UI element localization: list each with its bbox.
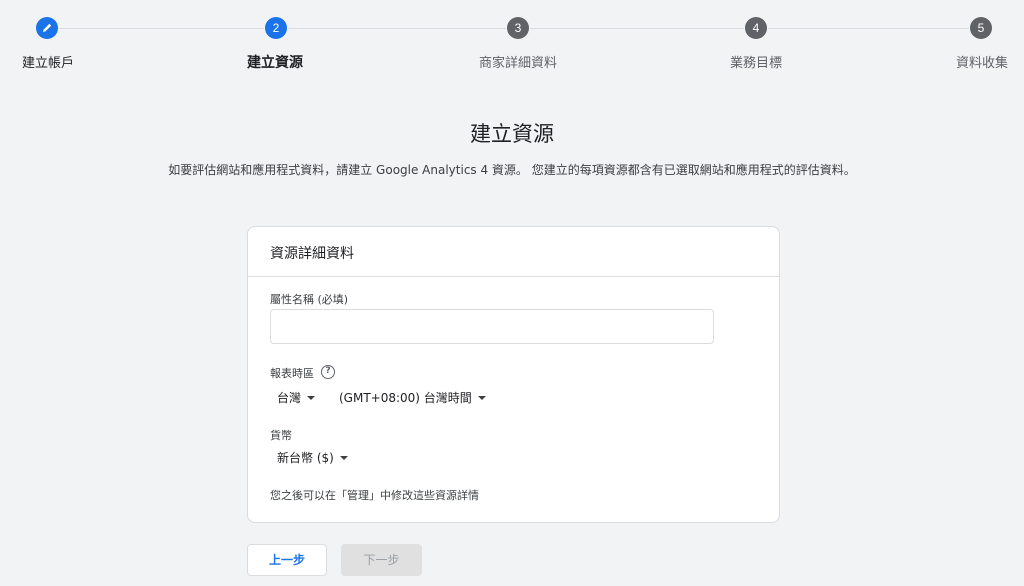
timezone-dropdown[interactable]: (GMT+08:00) 台灣時間 (339, 389, 486, 406)
chevron-down-icon (477, 395, 486, 400)
stepper: 建立帳戶 2 建立資源 3 商家詳細資料 4 業務目標 5 資料收集 (0, 0, 1024, 80)
help-icon[interactable]: ? (321, 365, 335, 379)
step-2-number[interactable]: 2 (265, 17, 287, 39)
step-3-number: 3 (507, 17, 529, 39)
step-2-label[interactable]: 建立資源 (247, 52, 303, 72)
step-connector (288, 28, 506, 29)
step-3-label: 商家詳細資料 (479, 56, 558, 71)
chevron-down-icon (339, 455, 348, 460)
page-description: 如要評估網站和應用程式資料，請建立 Google Analytics 4 資源。… (168, 163, 856, 177)
chevron-down-icon (307, 395, 316, 400)
property-details-card: 資源詳細資料 屬性名稱 (必填) 報表時區 ? 台灣 (GMT+08:00) 台… (247, 226, 780, 523)
step-4-label: 業務目標 (730, 56, 783, 71)
currency-value: 新台幣 ($) (277, 451, 334, 465)
property-name-input[interactable] (270, 309, 714, 344)
property-name-label: 屬性名稱 (必填) (270, 293, 349, 306)
currency-label: 貨幣 (270, 429, 292, 442)
step-4-number: 4 (745, 17, 767, 39)
step-1-label[interactable]: 建立帳戶 (22, 52, 74, 71)
timezone-value: (GMT+08:00) 台灣時間 (339, 391, 472, 405)
step-connector (58, 28, 264, 29)
step-5-number: 5 (970, 17, 992, 39)
country-dropdown[interactable]: 台灣 (277, 389, 316, 406)
card-header: 資源詳細資料 (248, 227, 779, 277)
step-connector (768, 28, 969, 29)
currency-dropdown[interactable]: 新台幣 ($) (277, 449, 348, 466)
step-5-label: 資料收集 (956, 56, 1009, 71)
edit-later-hint: 您之後可以在「管理」中修改這些資源詳情 (270, 489, 479, 502)
pencil-icon (43, 23, 52, 32)
timezone-label: 報表時區 (270, 367, 314, 380)
back-button[interactable]: 上一步 (247, 544, 327, 576)
step-connector (530, 28, 744, 29)
page-title: 建立資源 (470, 122, 554, 146)
next-button[interactable]: 下一步 (341, 544, 422, 576)
step-1-pencil-icon[interactable] (36, 17, 58, 39)
country-value: 台灣 (277, 391, 302, 405)
